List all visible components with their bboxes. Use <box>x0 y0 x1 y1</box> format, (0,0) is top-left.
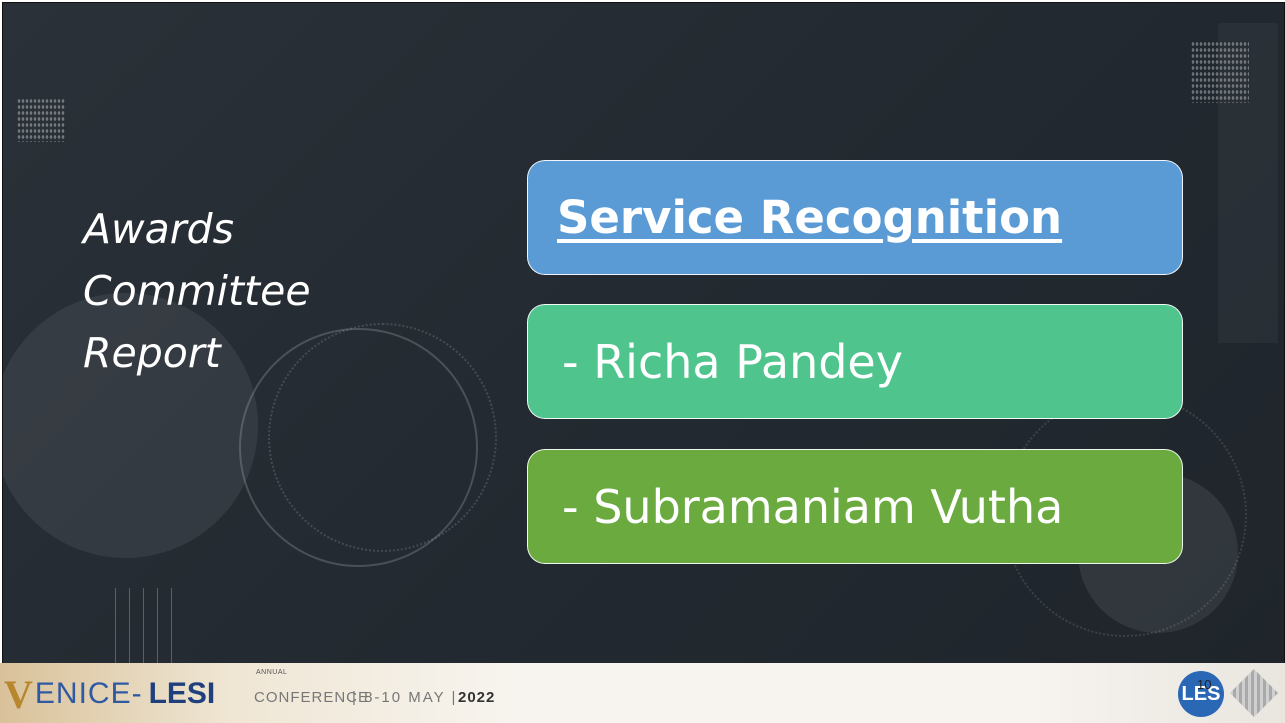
decorative-dot-grid <box>1191 41 1249 103</box>
box-heading: Service Recognition <box>557 191 1063 244</box>
annual-label: ANNUAL <box>256 669 288 676</box>
title-line: Report <box>83 329 221 377</box>
decorative-dot-grid <box>17 98 65 142</box>
logo-v: V <box>4 671 33 717</box>
recipient-name: - Subramaniam Vutha <box>562 479 1064 534</box>
slide-number: 10 <box>1197 677 1212 692</box>
slide: Awards Committee Report Service Recognit… <box>2 2 1285 665</box>
title-line: Awards <box>83 205 234 253</box>
recipient-box-subramaniam-vutha: - Subramaniam Vutha <box>527 449 1183 564</box>
decorative-lines <box>115 588 175 664</box>
slide-title: Awards Committee Report <box>83 198 413 384</box>
recipient-name: - Richa Pandey <box>562 334 903 389</box>
recipient-box-richa-pandey: - Richa Pandey <box>527 304 1183 419</box>
logo-enice: ENICE- <box>34 677 143 710</box>
title-line: Committee <box>83 267 311 315</box>
conference-year: 2022 <box>458 689 496 706</box>
service-recognition-box: Service Recognition <box>527 160 1183 275</box>
venice-lesi-logo: V ENICE- LESI <box>4 669 215 719</box>
slide-footer: V ENICE- LESI ANNUAL CONFERENCE | 8-10 M… <box>0 663 1285 723</box>
conference-dates: | 8-10 MAY | <box>352 689 458 706</box>
logo-lesi: LESI <box>148 677 216 710</box>
